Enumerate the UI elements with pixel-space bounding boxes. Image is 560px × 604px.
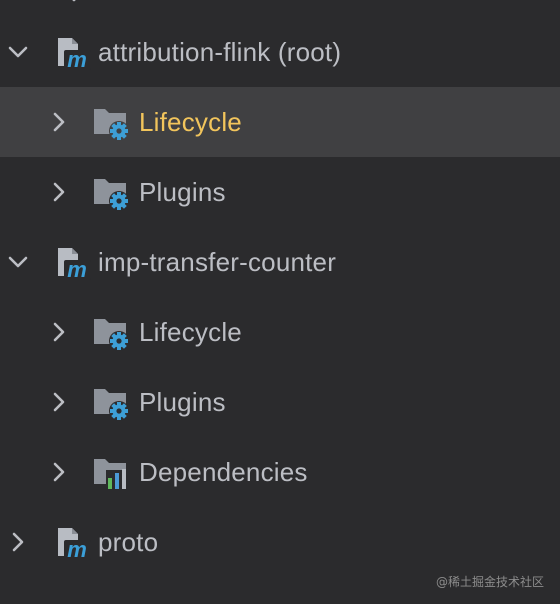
maven-module-icon: m [58, 38, 91, 70]
chevron-right-icon[interactable] [47, 390, 71, 414]
tree-item-label: Plugins [139, 177, 226, 207]
folder-gear-icon [94, 389, 128, 420]
svg-text:m: m [67, 47, 87, 70]
tree-item-label: attribution-flink (root) [98, 37, 342, 67]
tree-item-label: Dependencies [139, 457, 308, 487]
chevron-right-icon[interactable] [6, 530, 30, 554]
chevron-right-icon[interactable] [47, 180, 71, 204]
svg-text:m: m [67, 257, 87, 280]
tree-item-plugins[interactable]: Plugins [0, 157, 560, 227]
tree-item-label: Plugins [139, 387, 226, 417]
maven-module-icon: m [58, 248, 91, 280]
tree-item-plugins[interactable]: Plugins [0, 367, 560, 437]
tree-item-attribution-flink-root[interactable]: m attribution-flink (root) [0, 17, 560, 87]
svg-text:m: m [67, 537, 87, 560]
watermark: @稀土掘金技术社区 [435, 575, 544, 589]
chevron-right-icon[interactable] [47, 110, 71, 134]
folder-gear-icon [94, 109, 128, 140]
tree-item-label: Lifecycle [139, 107, 242, 137]
tree-item-dependencies[interactable]: Dependencies [0, 437, 560, 507]
chevron-down-icon[interactable] [6, 250, 30, 274]
folder-gear-icon [94, 179, 128, 210]
tree-item-label: Lifecycle [139, 317, 242, 347]
tree-item-lifecycle[interactable]: Lifecycle [0, 297, 560, 367]
tree-item-imp-transfer-counter[interactable]: m imp-transfer-counter [0, 227, 560, 297]
maven-module-icon: m [58, 528, 91, 560]
chevron-right-icon[interactable] [47, 460, 71, 484]
maven-tool-window: m attribution-flink (root) Lifecycle Plu… [0, 0, 560, 604]
dependencies-chart-icon [94, 459, 128, 490]
tree-item-lifecycle[interactable]: Lifecycle [0, 87, 560, 157]
folder-gear-icon [94, 319, 128, 350]
chevron-right-icon[interactable] [47, 320, 71, 344]
chevron-down-icon [72, 0, 76, 2]
tree-item-proto[interactable]: m proto [0, 507, 560, 577]
chevron-down-icon[interactable] [6, 40, 30, 64]
tree-item-label: imp-transfer-counter [98, 247, 337, 277]
tree-item-label: proto [98, 527, 159, 557]
